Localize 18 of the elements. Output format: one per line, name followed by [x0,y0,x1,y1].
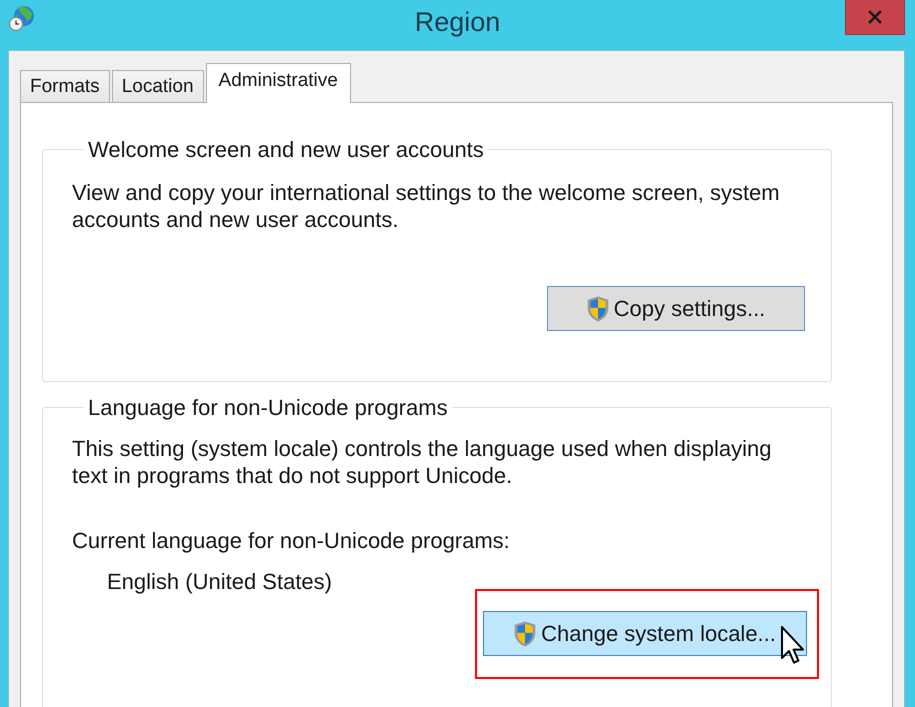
close-icon [868,10,882,24]
tab[interactable]: Formats [20,70,110,102]
description-text: This setting (system locale) controls the language used when displaying text in programs that do not support Unicode. [72,435,772,489]
description-text: View and copy your international settings to the welcome screen, system accounts and new user accounts. [72,179,781,233]
action-button[interactable]: Change system locale... [483,611,807,656]
tab[interactable]: Location [112,70,204,102]
group-title: Language for non-Unicode programs [87,395,449,420]
window-title: Region [414,6,500,38]
current-language-label: Current language for non-Unicode programs: [72,527,510,554]
globe-icon [8,4,36,32]
current-language-value: English (United States) [107,568,332,595]
shield-icon [514,620,536,646]
pointer-cursor-icon [781,626,805,664]
close-button[interactable] [845,0,905,35]
tab[interactable]: Administrative [206,63,351,103]
shield-icon [586,296,609,322]
group-title: Welcome screen and new user accounts [87,137,485,162]
action-button[interactable]: Copy settings... [547,286,805,331]
